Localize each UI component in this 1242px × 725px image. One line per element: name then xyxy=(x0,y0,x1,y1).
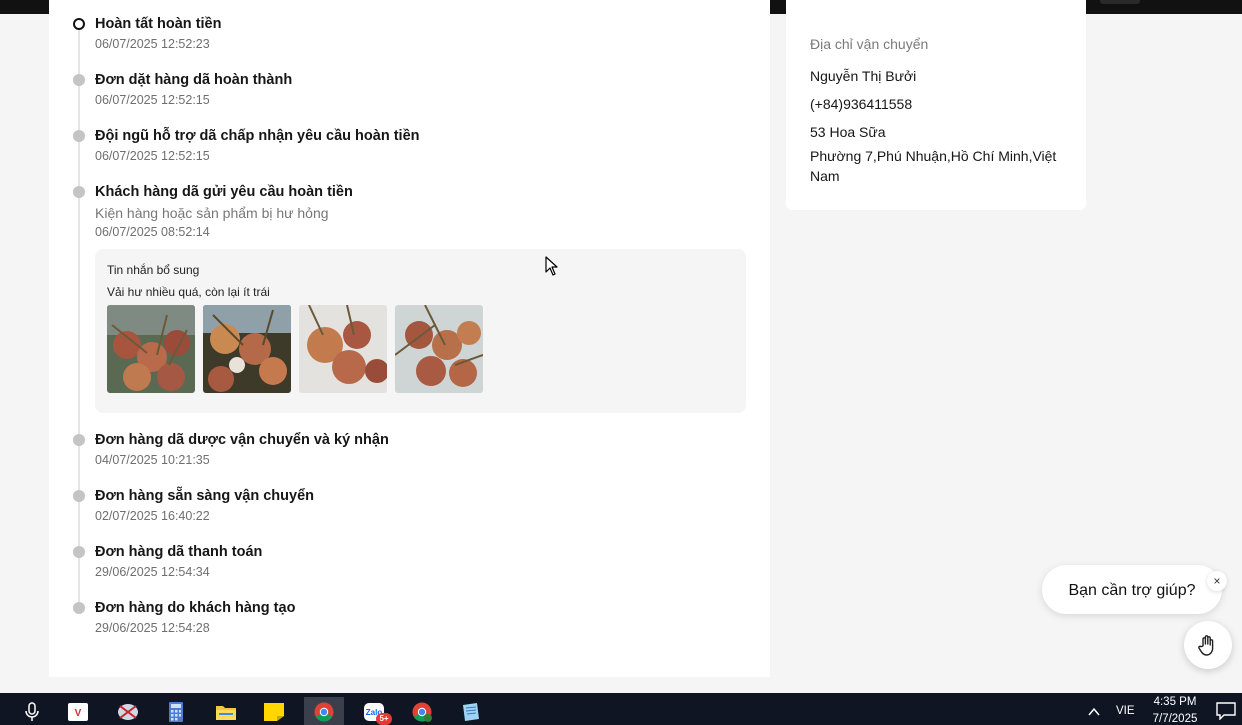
timeline-dot xyxy=(73,490,85,502)
mouse-cursor-icon xyxy=(545,256,558,276)
close-icon[interactable]: × xyxy=(1207,571,1227,591)
timeline-dot xyxy=(73,434,85,446)
sticky-notes-icon[interactable] xyxy=(254,697,294,725)
timeline-time: 29/06/2025 12:54:34 xyxy=(95,565,210,579)
clock-time[interactable]: 4:35 PM xyxy=(1148,696,1202,708)
message-label: Tin nhắn bổ sung xyxy=(107,263,200,277)
file-explorer-icon[interactable] xyxy=(206,697,246,725)
timeline-time: 06/07/2025 12:52:23 xyxy=(95,37,210,51)
address-area: Phường 7,Phú Nhuận,Hồ Chí Minh,Việt Nam xyxy=(810,148,1057,184)
notepad-icon[interactable] xyxy=(450,697,490,725)
chrome-icon[interactable] xyxy=(304,697,344,725)
recipient-phone: (+84)936411558 xyxy=(810,96,913,112)
clock-date[interactable]: 7/7/2025 xyxy=(1148,713,1202,725)
timeline-time: 29/06/2025 12:54:28 xyxy=(95,621,210,635)
refund-reason: Kiện hàng hoặc sản phẩm bị hư hỏng xyxy=(95,205,329,221)
timeline-dot xyxy=(73,546,85,558)
shipping-heading: Địa chỉ vận chuyển xyxy=(810,36,929,52)
calculator-icon[interactable] xyxy=(156,697,196,725)
timeline-dot xyxy=(73,602,85,614)
recipient-name: Nguyễn Thị Bưởi xyxy=(810,68,917,84)
zalo-badge: 5+ xyxy=(376,713,392,725)
header-action-edge[interactable] xyxy=(1100,0,1140,4)
zalo-icon[interactable]: Zalo 5+ xyxy=(354,697,394,725)
help-bubble[interactable]: Bạn cần trợ giúp? xyxy=(1042,565,1222,614)
order-timeline-card: Hoàn tất hoàn tiền 06/07/2025 12:52:23 Đ… xyxy=(49,0,770,677)
timeline-time: 04/07/2025 10:21:35 xyxy=(95,453,210,467)
lychee-photo-4[interactable] xyxy=(395,305,483,393)
snipping-tool-icon[interactable] xyxy=(108,697,148,725)
timeline-time: 06/07/2025 12:52:15 xyxy=(95,149,210,163)
help-bubble-text: Bạn cần trợ giúp? xyxy=(1068,582,1196,599)
timeline-time: 06/07/2025 12:52:15 xyxy=(95,93,210,107)
chrome-profile-icon[interactable] xyxy=(402,697,442,725)
timeline-time: 06/07/2025 08:52:14 xyxy=(95,225,210,239)
timeline-dot-current xyxy=(73,18,85,30)
timeline-line xyxy=(78,26,80,612)
message-text: Vải hư nhiều quá, còn lại ít trái xyxy=(107,285,270,299)
shipping-address-card: Địa chỉ vận chuyển Nguyễn Thị Bưởi (+84)… xyxy=(786,0,1086,210)
timeline-dot xyxy=(73,74,85,86)
timeline-dot xyxy=(73,186,85,198)
additional-message-box: Tin nhắn bổ sung Vải hư nhiều quá, còn l… xyxy=(95,249,746,413)
unikey-icon[interactable]: V xyxy=(58,697,98,725)
timeline-title: Đơn hàng do khách hàng tạo xyxy=(95,600,296,616)
address-street: 53 Hoa Sữa xyxy=(810,124,886,140)
language-indicator[interactable]: VIE xyxy=(1116,705,1135,717)
svg-text:V: V xyxy=(75,708,82,719)
hand-wave-icon xyxy=(1198,635,1214,656)
lychee-photo-3[interactable] xyxy=(299,305,387,393)
help-chat-button[interactable] xyxy=(1184,621,1232,669)
timeline-title: Đơn hàng sẵn sàng vận chuyển xyxy=(95,488,314,504)
chevron-up-icon[interactable] xyxy=(1086,704,1102,720)
timeline-title: Khách hàng dã gửi yêu cầu hoàn tiền xyxy=(95,184,353,200)
timeline-title: Đội ngũ hỗ trợ dã chấp nhận yêu cầu hoàn… xyxy=(95,128,420,144)
timeline-title: Đơn hàng dã thanh toán xyxy=(95,544,263,560)
timeline-title: Đơn dặt hàng dã hoàn thành xyxy=(95,72,293,88)
lychee-photo-1[interactable] xyxy=(107,305,195,393)
timeline-title: Đơn hàng dã dược vận chuyển và ký nhận xyxy=(95,432,389,448)
timeline-time: 02/07/2025 16:40:22 xyxy=(95,509,210,523)
timeline-dot xyxy=(73,130,85,142)
notification-icon[interactable] xyxy=(1216,702,1236,720)
windows-taskbar: V Zalo 5+ xyxy=(0,693,1242,725)
lychee-photo-2[interactable] xyxy=(203,305,291,393)
timeline-title: Hoàn tất hoàn tiền xyxy=(95,16,222,32)
microphone-icon[interactable] xyxy=(12,697,52,725)
